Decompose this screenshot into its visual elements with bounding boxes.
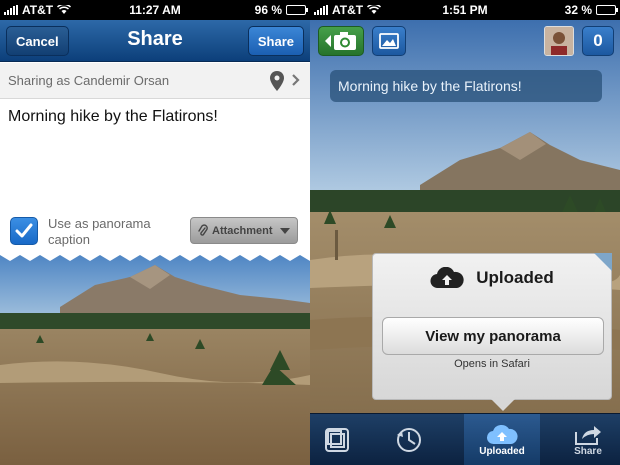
checkmark-icon — [15, 223, 33, 238]
chevron-right-icon — [292, 74, 300, 86]
attachment-button[interactable]: Attachment — [190, 217, 298, 244]
gallery-copy-icon — [325, 428, 349, 452]
tab-share[interactable]: Share — [560, 414, 616, 465]
message-text[interactable]: Morning hike by the Flatirons! — [8, 108, 304, 126]
share-screen: AT&T 11:27 AM 96 % Cancel Share Share Sh… — [0, 0, 310, 465]
upload-popup: Uploaded View my panorama Opens in Safar… — [372, 253, 612, 411]
caption-checkbox-label: Use as panorama caption — [48, 216, 151, 247]
status-bar: AT&T 11:27 AM 96 % — [0, 0, 310, 20]
panorama-preview — [0, 255, 310, 465]
popup-header: Uploaded — [373, 267, 611, 289]
popup-pointer — [491, 399, 515, 411]
tab-uploaded-label: Uploaded — [479, 445, 525, 457]
location-pin-icon[interactable] — [270, 71, 284, 91]
notification-count[interactable]: 0 — [582, 26, 614, 56]
caption-checkbox[interactable] — [10, 217, 38, 245]
uploaded-screen: AT&T 1:51 PM 32 % 0 Morning hike by the … — [310, 0, 620, 465]
battery-percent: 96 % — [254, 3, 282, 17]
battery-percent: 32 % — [564, 3, 592, 17]
popup-title: Uploaded — [476, 268, 554, 287]
battery-icon — [596, 5, 618, 15]
battery-icon — [286, 5, 308, 15]
view-panorama-button[interactable]: View my panorama — [382, 317, 604, 355]
camera-button[interactable] — [318, 26, 364, 56]
cloud-upload-icon — [430, 267, 464, 289]
popup-subtext: Opens in Safari — [454, 358, 530, 370]
sharing-as-row[interactable]: Sharing as Candemir Orsan — [0, 63, 310, 99]
tab-uploaded[interactable]: Uploaded — [464, 414, 540, 465]
tab-gallery[interactable] — [318, 414, 356, 465]
rotate-icon — [397, 428, 421, 452]
tab-share-label: Share — [574, 445, 602, 457]
attachment-label: Attachment — [212, 224, 273, 237]
tab-rotate[interactable] — [390, 414, 428, 465]
battery-group: 96 % — [254, 3, 308, 17]
camera-icon — [325, 32, 356, 50]
share-arrow-icon — [575, 425, 601, 445]
status-bar: AT&T 1:51 PM 32 % — [310, 0, 620, 20]
gallery-button[interactable] — [372, 26, 406, 56]
image-icon — [379, 33, 399, 49]
avatar[interactable] — [544, 26, 574, 56]
avatar-image — [545, 27, 573, 55]
sharing-as-label: Sharing as Candemir Orsan — [8, 73, 170, 88]
battery-group: 32 % — [564, 3, 618, 17]
share-button[interactable]: Share — [247, 26, 304, 56]
panorama-caption: Morning hike by the Flatirons! — [330, 70, 602, 102]
cloud-icon — [486, 424, 518, 444]
paperclip-icon — [198, 223, 208, 236]
tab-bar: Uploaded Share — [310, 413, 620, 465]
dropdown-arrow-icon — [280, 228, 290, 234]
navigation-bar: Cancel Share Share — [0, 20, 310, 62]
